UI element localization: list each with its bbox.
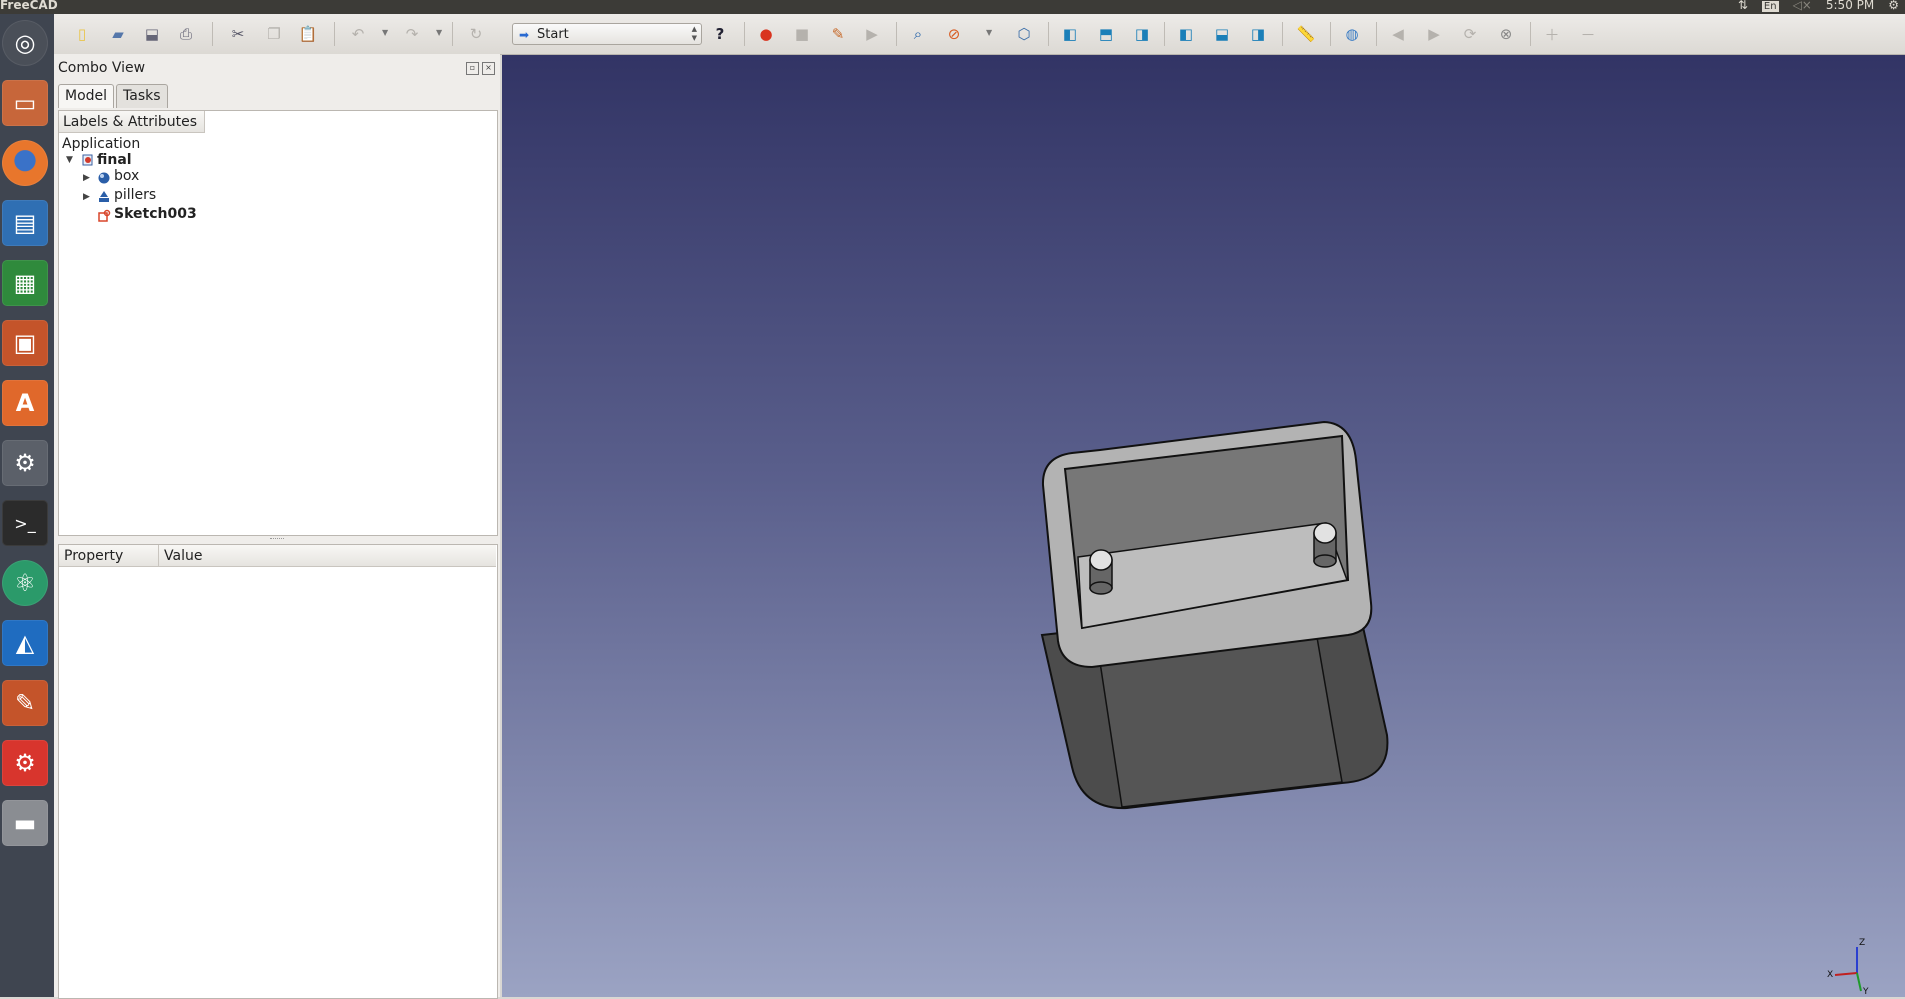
edit-macro-icon[interactable]: ✎ [826, 22, 850, 46]
main-toolbar: ▯ ▰ ⬓ ⎙ ✂ ❐ 📋 ↶ ▼ ↷ ▼ ↻ ➡ Start ▲ ▼ ? ● ■… [54, 14, 1905, 55]
web-home-icon[interactable]: ◍ [1340, 22, 1364, 46]
workbench-label: Start [537, 27, 569, 42]
hard-drive-icon[interactable]: ▬ [2, 800, 48, 846]
ubuntu-logo-icon[interactable]: ◎ [2, 20, 48, 66]
workbench-select[interactable]: ➡ Start ▲ ▼ [512, 23, 702, 45]
axis-y-label: Y [1862, 987, 1869, 995]
redo-icon[interactable]: ↷ [400, 22, 424, 46]
new-file-icon[interactable]: ▯ [70, 22, 94, 46]
run-macro-icon[interactable]: ▶ [860, 22, 884, 46]
save-icon[interactable]: ⬓ [140, 22, 164, 46]
close-panel-icon[interactable]: × [482, 62, 495, 75]
settings-gear-icon[interactable]: ⚙ [1888, 0, 1899, 12]
refresh-icon[interactable]: ↻ [464, 22, 488, 46]
spinner-arrows-icon: ▲ ▼ [691, 25, 697, 42]
back-icon[interactable]: ◀ [1386, 22, 1410, 46]
fit-all-icon[interactable]: ⌕ [906, 22, 930, 46]
axis-z-label: Z [1859, 938, 1865, 948]
tree-column-header[interactable]: Labels & Attributes [59, 111, 205, 133]
file-cabinet-icon[interactable]: ▭ [2, 80, 48, 126]
model-tree: Labels & Attributes Application ▼ final … [58, 110, 498, 536]
right-view-icon[interactable]: ◨ [1130, 22, 1154, 46]
network-icon[interactable]: ⇅ [1738, 0, 1748, 12]
top-view-icon[interactable]: ⬒ [1094, 22, 1118, 46]
expand-arrow-icon[interactable]: ▶ [83, 192, 90, 202]
whats-this-icon[interactable]: ? [708, 22, 732, 46]
part-extrude-icon [99, 191, 109, 202]
sketch-icon [98, 209, 111, 222]
axis-cross-indicator: Z Y X [1827, 938, 1869, 995]
system-top-bar: FreeCAD ⇅ En ◁× 5:50 PM ⚙ [0, 0, 1905, 14]
bottom-view-icon[interactable]: ⬓ [1210, 22, 1234, 46]
paste-icon[interactable]: 📋 [296, 22, 320, 46]
presentation-icon[interactable]: ▣ [2, 320, 48, 366]
undo-icon[interactable]: ↶ [346, 22, 370, 46]
rear-view-icon[interactable]: ◧ [1174, 22, 1198, 46]
document-icon[interactable]: ▤ [2, 200, 48, 246]
part-feature-icon [98, 172, 110, 184]
tree-item-sketch003[interactable]: Sketch003 [114, 205, 197, 223]
axis-x-label: X [1827, 970, 1833, 980]
stop-web-icon[interactable]: ⊗ [1494, 22, 1518, 46]
terminal-icon[interactable]: >_ [2, 500, 48, 546]
isometric-view-icon[interactable]: ⬡ [1012, 22, 1036, 46]
value-column-header[interactable]: Value [159, 545, 496, 567]
copy-icon[interactable]: ❐ [262, 22, 286, 46]
combo-view-panel: Combo View ▫ × Model Tasks Labels & Attr… [54, 54, 500, 999]
wrench-icon[interactable]: ⚙ [2, 440, 48, 486]
unity-launcher: ◎ ▭ ▤ ▦ ▣ A ⚙ >_ ⚛ ◭ ✎ ⚙ ▬ [0, 14, 55, 997]
blue-app-icon[interactable]: ◭ [2, 620, 48, 666]
3d-viewport[interactable]: Z Y X [502, 55, 1905, 997]
zoom-out-icon[interactable]: － [1576, 22, 1600, 46]
clock[interactable]: 5:50 PM [1826, 0, 1874, 12]
front-view-icon[interactable]: ◧ [1058, 22, 1082, 46]
window-title: FreeCAD [0, 0, 58, 12]
document-icon [82, 154, 93, 166]
tab-model[interactable]: Model [58, 84, 115, 108]
measure-icon[interactable]: 📏 [1294, 22, 1318, 46]
keyboard-layout-indicator[interactable]: En [1761, 0, 1779, 12]
stop-macro-icon[interactable]: ■ [790, 22, 814, 46]
atom-icon[interactable]: ⚛ [2, 560, 48, 606]
tree-item-pillers[interactable]: pillers [114, 186, 156, 204]
refresh-web-icon[interactable]: ⟳ [1458, 22, 1482, 46]
forward-icon[interactable]: ▶ [1422, 22, 1446, 46]
zoom-in-icon[interactable]: ＋ [1540, 22, 1564, 46]
print-icon[interactable]: ⎙ [174, 22, 198, 46]
open-folder-icon[interactable]: ▰ [106, 22, 130, 46]
cut-icon[interactable]: ✂ [226, 22, 250, 46]
expand-arrow-icon[interactable]: ▶ [83, 173, 90, 183]
draw-style-icon[interactable]: ⊘ [942, 22, 966, 46]
pencil-icon[interactable]: ✎ [2, 680, 48, 726]
property-column-header[interactable]: Property [59, 545, 159, 567]
panel-splitter[interactable] [58, 536, 496, 542]
combo-view-title: Combo View [58, 60, 146, 76]
freecad-gear-icon[interactable]: ⚙ [2, 740, 48, 786]
spreadsheet-icon[interactable]: ▦ [2, 260, 48, 306]
shopping-bag-icon[interactable]: A [2, 380, 48, 426]
firefox-icon[interactable] [2, 140, 48, 186]
left-view-icon[interactable]: ◨ [1246, 22, 1270, 46]
volume-icon[interactable]: ◁× [1793, 0, 1812, 12]
tab-tasks[interactable]: Tasks [116, 84, 168, 108]
collapse-arrow-icon[interactable]: ▼ [66, 155, 73, 165]
arrow-right-icon: ➡ [519, 28, 530, 42]
3d-model-box[interactable] [502, 55, 1905, 997]
property-editor: Property Value [58, 544, 498, 999]
record-macro-icon[interactable]: ● [754, 22, 778, 46]
tree-item-box[interactable]: box [114, 167, 139, 185]
float-panel-icon[interactable]: ▫ [466, 62, 479, 75]
